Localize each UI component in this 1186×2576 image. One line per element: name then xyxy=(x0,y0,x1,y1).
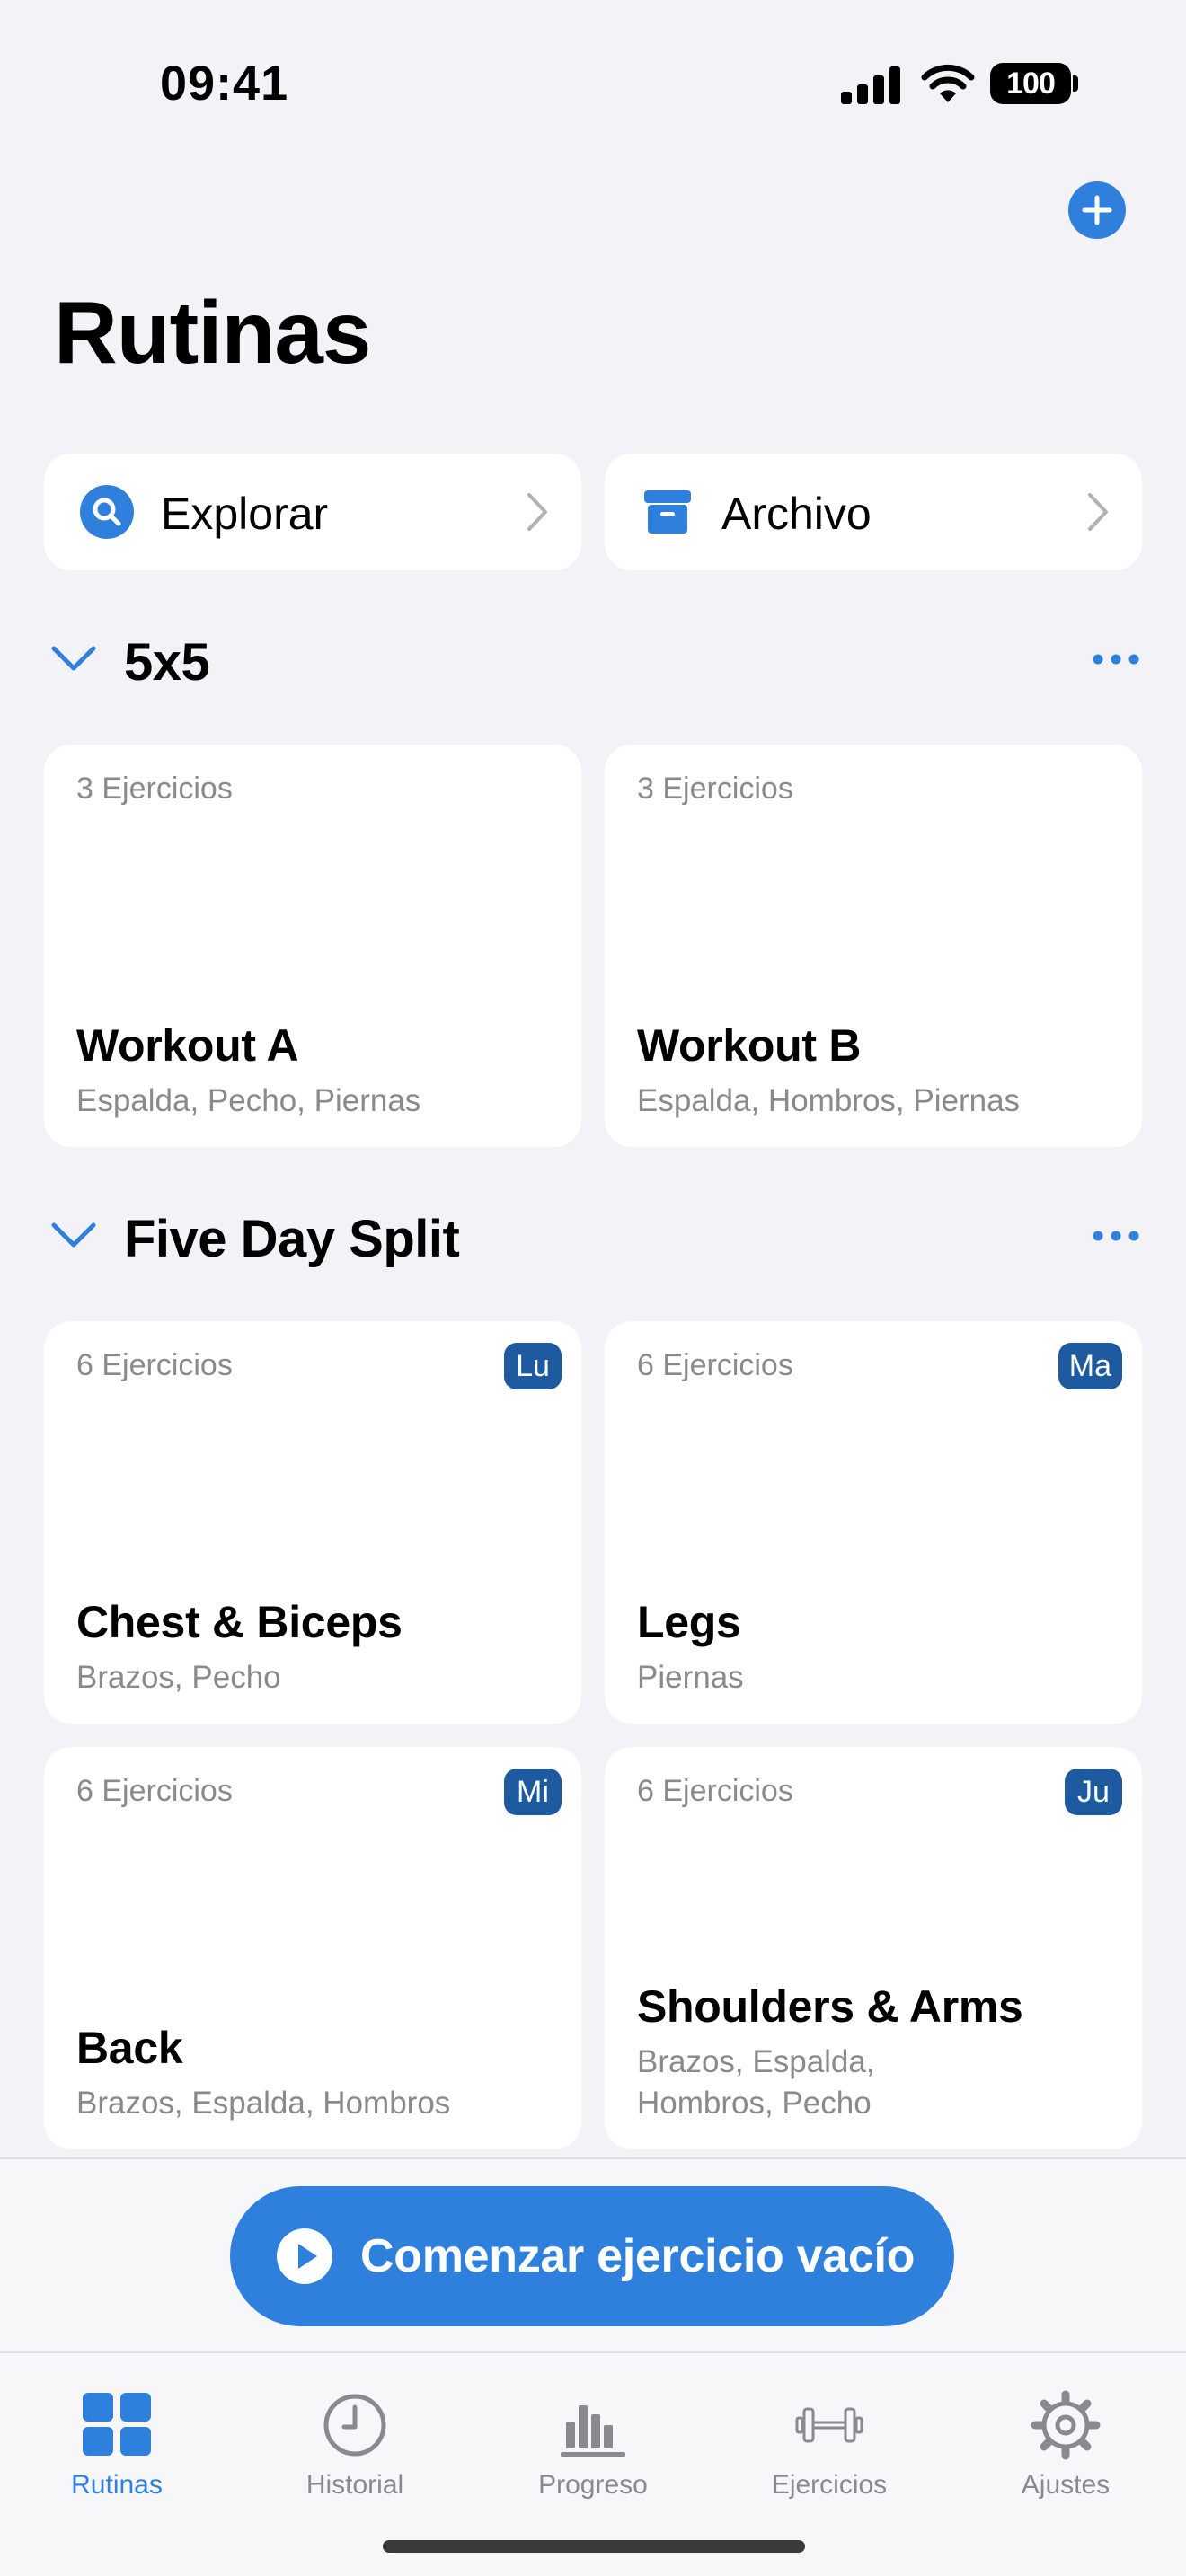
tab-ajustes[interactable]: Ajustes xyxy=(976,2371,1155,2506)
chevron-down-icon[interactable] xyxy=(50,643,97,672)
routine-name: Workout B xyxy=(637,1020,862,1071)
explore-link[interactable]: Explorar xyxy=(44,454,581,570)
grid-icon xyxy=(83,2393,151,2456)
plus-icon xyxy=(1082,195,1112,225)
more-options-icon[interactable] xyxy=(1093,1231,1139,1241)
more-options-icon[interactable] xyxy=(1093,654,1139,665)
tab-historial[interactable]: Historial xyxy=(265,2371,445,2506)
tab-label: Rutinas xyxy=(71,2470,163,2500)
exercise-count: 6 Ejercicios xyxy=(637,1348,793,1382)
archive-label: Archivo xyxy=(721,489,872,539)
chevron-down-icon[interactable] xyxy=(50,1220,97,1248)
clock-icon xyxy=(323,2394,386,2457)
search-icon xyxy=(80,485,134,539)
routine-name: Chest & Biceps xyxy=(76,1597,403,1647)
section-header-5x5[interactable]: 5x5 xyxy=(0,623,1186,695)
day-badge: Ju xyxy=(1065,1769,1122,1815)
chevron-right-icon xyxy=(527,493,547,531)
start-button-label: Comenzar ejercicio vacío xyxy=(360,2230,916,2282)
muscle-groups: Espalda, Pecho, Piernas xyxy=(76,1083,421,1118)
day-badge: Lu xyxy=(504,1343,562,1389)
section-title: Five Day Split xyxy=(124,1210,460,1268)
cellular-signal-icon xyxy=(841,66,900,104)
tab-label: Ajustes xyxy=(1021,2470,1111,2500)
start-empty-workout-button[interactable]: Comenzar ejercicio vacío xyxy=(230,2186,954,2326)
section-title: 5x5 xyxy=(124,633,210,692)
tab-label: Ejercicios xyxy=(771,2470,888,2500)
exercise-count: 3 Ejercicios xyxy=(637,772,793,806)
routine-card-back[interactable]: 6 Ejercicios Mi Back Brazos, Espalda, Ho… xyxy=(44,1747,581,2149)
add-routine-button[interactable] xyxy=(1068,181,1126,239)
chevron-right-icon xyxy=(1088,493,1108,531)
play-icon xyxy=(277,2228,332,2284)
page-title: Rutinas xyxy=(54,283,371,382)
routine-card-workout-b[interactable]: 3 Ejercicios Workout B Espalda, Hombros,… xyxy=(605,745,1142,1147)
tab-label: Progreso xyxy=(538,2470,648,2500)
status-time: 09:41 xyxy=(160,57,289,110)
gear-icon xyxy=(1031,2390,1101,2460)
battery-level: 100 xyxy=(990,63,1071,104)
routine-name: Back xyxy=(76,2023,183,2073)
routine-name: Workout A xyxy=(76,1020,299,1071)
muscle-groups: Brazos, Espalda, Hombros, Pecho xyxy=(637,2044,875,2121)
routine-card-workout-a[interactable]: 3 Ejercicios Workout A Espalda, Pecho, P… xyxy=(44,745,581,1147)
exercise-count: 3 Ejercicios xyxy=(76,772,233,806)
exercise-count: 6 Ejercicios xyxy=(76,1348,233,1382)
routine-name: Shoulders & Arms xyxy=(637,1981,1023,2032)
archive-link[interactable]: Archivo xyxy=(605,454,1142,570)
wifi-icon xyxy=(921,64,975,102)
muscle-groups: Espalda, Hombros, Piernas xyxy=(637,1083,1021,1118)
day-badge: Mi xyxy=(504,1769,562,1815)
battery-icon: 100 xyxy=(990,63,1078,104)
muscle-groups: Brazos, Pecho xyxy=(76,1660,281,1695)
screen: 09:41 100 Rutinas Explorar Archivo 5x5 3… xyxy=(0,0,1186,2576)
dumbbell-icon xyxy=(795,2407,863,2443)
day-badge: Ma xyxy=(1058,1343,1122,1389)
exercise-count: 6 Ejercicios xyxy=(637,1774,793,1808)
muscle-groups: Brazos, Espalda, Hombros xyxy=(76,2086,451,2121)
home-indicator[interactable] xyxy=(383,2540,805,2553)
tab-label: Historial xyxy=(305,2470,404,2500)
status-bar: 09:41 100 xyxy=(0,0,1186,171)
exercise-count: 6 Ejercicios xyxy=(76,1774,233,1808)
archive-box-icon xyxy=(644,490,691,534)
tab-progreso[interactable]: Progreso xyxy=(503,2371,683,2506)
tab-rutinas[interactable]: Rutinas xyxy=(27,2371,207,2506)
tab-ejercicios[interactable]: Ejercicios xyxy=(739,2371,919,2506)
routine-card-legs[interactable]: 6 Ejercicios Ma Legs Piernas xyxy=(605,1321,1142,1724)
muscle-groups: Piernas xyxy=(637,1660,744,1695)
routine-card-chest-biceps[interactable]: 6 Ejercicios Lu Chest & Biceps Brazos, P… xyxy=(44,1321,581,1724)
explore-label: Explorar xyxy=(161,489,329,539)
routine-card-shoulders-arms[interactable]: 6 Ejercicios Ju Shoulders & Arms Brazos,… xyxy=(605,1747,1142,2149)
section-header-five-day-split[interactable]: Five Day Split xyxy=(0,1200,1186,1272)
routine-name: Legs xyxy=(637,1597,741,1647)
bar-chart-icon xyxy=(561,2405,625,2457)
